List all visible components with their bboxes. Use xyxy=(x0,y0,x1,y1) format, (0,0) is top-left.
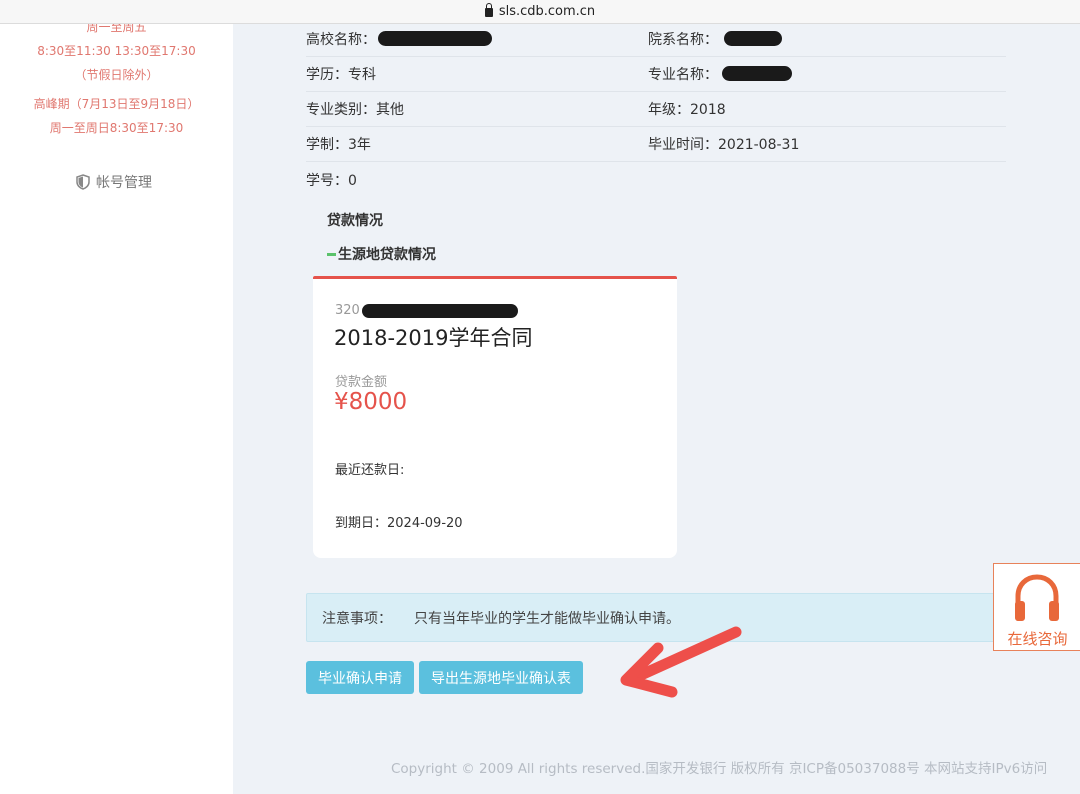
contract-prefix: 320 xyxy=(335,303,360,318)
sub-title-text: 生源地贷款情况 xyxy=(338,247,436,263)
export-confirm-form-button[interactable]: 导出生源地毕业确认表 xyxy=(419,661,583,694)
graduation-confirm-button[interactable]: 毕业确认申请 xyxy=(306,661,414,694)
service-hours-line: 8:30至11:30 13:30至17:30 xyxy=(37,44,196,58)
loan-contract-card[interactable]: 320 2018-2019学年合同 贷款金额 ¥8000 最近还款日: 到期日：… xyxy=(313,276,677,558)
lock-icon xyxy=(484,3,493,17)
redaction xyxy=(378,31,492,46)
service-hours-line: （节假日除外） xyxy=(74,68,159,82)
annotation-arrow-icon xyxy=(620,626,742,698)
online-consult-widget[interactable]: 在线咨询 xyxy=(993,563,1080,651)
major-type-value: 专业类别：其他 xyxy=(306,101,404,118)
url-text: sls.cdb.com.cn xyxy=(498,4,596,19)
info-row: 高校名称： 院系名称： xyxy=(306,21,1006,57)
due-date: 到期日：2024-09-20 xyxy=(335,516,463,531)
redaction xyxy=(724,31,782,46)
sidebar-item-account[interactable]: 帐号管理 xyxy=(76,172,152,192)
service-hours-line: 周一至周日8:30至17:30 xyxy=(49,121,184,135)
amount-label: 贷款金额 xyxy=(335,375,388,390)
headset-icon xyxy=(1015,574,1059,621)
grade-value: 年级：2018 xyxy=(648,101,726,118)
title-marker xyxy=(327,252,336,256)
loan-sub-title: 生源地贷款情况 xyxy=(327,244,436,264)
notice-label: 注意事项： xyxy=(322,610,392,627)
sidebar-item-label: 帐号管理 xyxy=(96,175,152,191)
redaction xyxy=(361,303,518,318)
degree-value: 学历：专科 xyxy=(306,66,376,83)
info-row: 专业类别：其他 年级：2018 xyxy=(306,91,1006,127)
loan-amount: ¥8000 xyxy=(334,389,408,415)
service-hours-line: 高峰期（7月13日至9月18日） xyxy=(33,97,200,111)
contract-number: 320 xyxy=(335,303,518,318)
footer-copyright: Copyright © 2009 All rights reserved.国家开… xyxy=(391,761,1048,777)
redaction xyxy=(722,66,792,81)
shield-icon xyxy=(76,174,90,190)
student-no-value: 学号：0 xyxy=(306,173,357,189)
dept-label: 院系名称： xyxy=(648,31,718,48)
loan-section-title: 贷款情况 xyxy=(327,213,383,229)
browser-url-bar[interactable]: sls.cdb.com.cn xyxy=(0,0,1080,24)
major-label: 专业名称： xyxy=(648,66,718,83)
info-row: 学制：3年 毕业时间：2021-08-31 xyxy=(306,126,1006,162)
grad-time-value: 毕业时间：2021-08-31 xyxy=(648,136,800,153)
duration-value: 学制：3年 xyxy=(306,136,371,153)
sidebar: 周一至周五 8:30至11:30 13:30至17:30 （节假日除外） 高峰期… xyxy=(0,0,233,794)
consult-label: 在线咨询 xyxy=(1007,630,1068,648)
school-label: 高校名称： xyxy=(306,31,376,48)
contract-title: 2018-2019学年合同 xyxy=(334,326,533,350)
info-row: 学历：专科 专业名称： xyxy=(306,56,1006,92)
recent-repay-date: 最近还款日: xyxy=(335,463,405,478)
info-row: 学号：0 xyxy=(306,162,1006,198)
